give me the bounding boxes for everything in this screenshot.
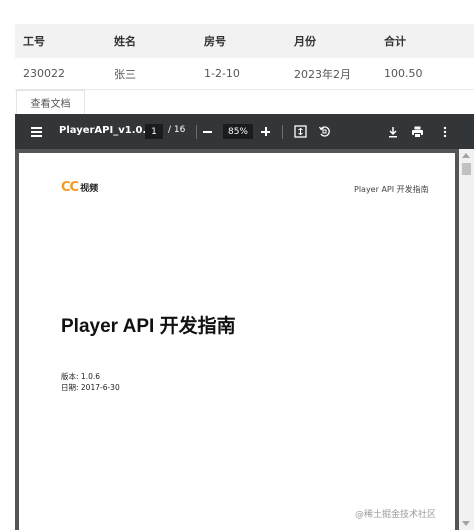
more-vert-icon[interactable] (435, 122, 454, 141)
menu-icon[interactable] (27, 122, 46, 141)
cc-video-logo: CC 视频 (61, 180, 98, 195)
print-icon[interactable] (408, 122, 427, 141)
rotate-icon[interactable] (315, 122, 334, 141)
tab-view-document[interactable]: 查看文档 (16, 90, 85, 114)
pdf-viewer: PlayerAPI_v1.0.... 1 / 16 85% CC 视频 Play… (15, 114, 474, 530)
download-icon[interactable] (383, 122, 402, 141)
data-table: 工号 姓名 房号 月份 合计 230022 张三 1-2-10 2023年2月 … (15, 24, 474, 90)
pdf-toolbar: PlayerAPI_v1.0.... 1 / 16 85% (15, 114, 474, 149)
zoom-in-icon[interactable] (256, 122, 275, 141)
cell-id: 230022 (23, 67, 65, 80)
fit-page-icon[interactable] (291, 122, 310, 141)
document-version: 版本: 1.0.6 (61, 372, 100, 381)
zoom-input[interactable]: 85% (223, 124, 253, 139)
table-header: 工号 姓名 房号 月份 合计 (15, 24, 474, 58)
cell-name: 张三 (114, 67, 136, 81)
vertical-scrollbar[interactable] (459, 149, 474, 530)
table-row: 230022 张三 1-2-10 2023年2月 100.50 (15, 58, 474, 90)
watermark: @稀土掘金技术社区 (355, 510, 437, 520)
scroll-thumb[interactable] (462, 163, 471, 175)
page-total: / 16 (168, 125, 186, 135)
zoom-out-icon[interactable] (198, 122, 217, 141)
cell-total: 100.50 (384, 67, 423, 80)
cell-month: 2023年2月 (294, 67, 351, 81)
column-header-total: 合计 (384, 35, 406, 48)
page-header-title: Player API 开发指南 (354, 185, 429, 194)
scroll-down-icon[interactable] (462, 521, 470, 526)
pdf-page: CC 视频 Player API 开发指南 Player API 开发指南 版本… (19, 153, 455, 530)
column-header-name: 姓名 (114, 35, 136, 48)
toolbar-divider (282, 125, 283, 139)
document-main-title: Player API 开发指南 (61, 316, 236, 337)
cell-room: 1-2-10 (204, 67, 240, 80)
logo-mark: CC (61, 180, 79, 195)
scroll-up-icon[interactable] (462, 153, 470, 158)
document-date: 日期: 2017-6-30 (61, 383, 120, 392)
logo-text: 视频 (80, 184, 99, 194)
page-number-input[interactable]: 1 (145, 124, 163, 139)
toolbar-divider (196, 125, 197, 139)
column-header-room: 房号 (204, 35, 226, 48)
column-header-month: 月份 (294, 35, 316, 48)
document-title: PlayerAPI_v1.0.... (59, 125, 158, 136)
column-header-id: 工号 (23, 35, 45, 48)
pdf-page-area[interactable]: CC 视频 Player API 开发指南 Player API 开发指南 版本… (15, 149, 474, 530)
